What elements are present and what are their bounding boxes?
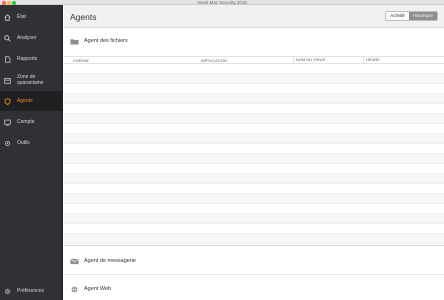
- account-icon: [4, 119, 11, 126]
- web-agent-row[interactable]: Agent Web: [64, 278, 444, 300]
- sidebar-item-label: Agents: [17, 98, 33, 104]
- other-agents-panel: Agent de messagerie Agent Web: [64, 245, 444, 300]
- table-row: [64, 234, 444, 244]
- column-header-virus-name[interactable]: NOM DU VIRUS: [293, 57, 325, 64]
- mail-agent-row[interactable]: Agent de messagerie: [64, 250, 444, 272]
- sidebar: État Analyser Rapports Zone de quarantai…: [0, 5, 63, 300]
- sidebar-item-etat[interactable]: État: [0, 7, 62, 27]
- file-agent-label: Agent des fichiers: [84, 38, 128, 44]
- table-row: [64, 164, 444, 174]
- home-icon: [4, 13, 11, 21]
- table-row: [64, 104, 444, 114]
- sidebar-item-outils[interactable]: Outils: [0, 133, 62, 153]
- table-row: [64, 224, 444, 234]
- column-header-application[interactable]: APPLICATION: [201, 59, 227, 63]
- divider: [64, 274, 444, 275]
- main-panel: Agents Activité Historique Agent des fic…: [64, 5, 444, 300]
- table-row: [64, 74, 444, 84]
- table-row: [64, 214, 444, 224]
- sidebar-item-label: État: [17, 14, 26, 20]
- table-row: [64, 134, 444, 144]
- table-row: [64, 94, 444, 104]
- globe-icon: [71, 285, 78, 293]
- table-row: [64, 154, 444, 164]
- sidebar-item-label: Compte: [17, 119, 35, 125]
- tools-icon: [4, 140, 11, 147]
- table-row: [64, 184, 444, 194]
- sidebar-item-agents[interactable]: Agents: [0, 91, 62, 111]
- table-body: [64, 64, 444, 245]
- document-icon: [4, 55, 11, 63]
- sidebar-item-label: Analyser: [17, 35, 37, 41]
- page-header: Agents Activité Historique: [64, 5, 444, 28]
- table-header: CHEMIN APPLICATION NOM DU VIRUS HEURE: [64, 56, 444, 64]
- page-title: Agents: [70, 12, 97, 22]
- sidebar-item-quarantaine[interactable]: Zone de quarantaine: [0, 70, 62, 90]
- column-header-path[interactable]: CHEMIN: [73, 59, 89, 63]
- sidebar-item-rapports[interactable]: Rapports: [0, 49, 62, 69]
- quarantine-icon: [4, 77, 11, 84]
- sidebar-item-compte[interactable]: Compte: [0, 112, 62, 132]
- sidebar-item-label: Zone de quarantaine: [17, 74, 44, 86]
- table-row: [64, 174, 444, 184]
- table-row: [64, 64, 444, 74]
- view-segmented-control: Activité Historique: [385, 11, 438, 21]
- table-row: [64, 144, 444, 154]
- activity-tab[interactable]: Activité: [386, 12, 409, 20]
- mail-icon: [70, 258, 79, 264]
- mail-agent-label: Agent de messagerie: [84, 258, 136, 264]
- search-icon: [4, 34, 11, 42]
- table-row: [64, 124, 444, 134]
- shield-icon: [4, 97, 11, 105]
- gear-icon: [4, 288, 11, 295]
- table-row: [64, 194, 444, 204]
- history-tab[interactable]: Historique: [408, 12, 437, 20]
- file-agent-header[interactable]: Agent des fichiers: [64, 30, 444, 52]
- sidebar-item-label: Outils: [17, 140, 30, 146]
- table-row: [64, 114, 444, 124]
- sidebar-item-label: Rapports: [17, 56, 38, 62]
- sidebar-item-analyser[interactable]: Analyser: [0, 28, 62, 48]
- preferences-button[interactable]: Préférences: [0, 281, 62, 300]
- column-header-time[interactable]: HEURE: [363, 57, 380, 64]
- table-row: [64, 204, 444, 214]
- web-agent-label: Agent Web: [84, 286, 112, 292]
- table-row: [64, 84, 444, 94]
- file-agent-table: CHEMIN APPLICATION NOM DU VIRUS HEURE: [64, 56, 444, 245]
- preferences-label: Préférences: [17, 288, 44, 294]
- folder-icon: [70, 38, 79, 44]
